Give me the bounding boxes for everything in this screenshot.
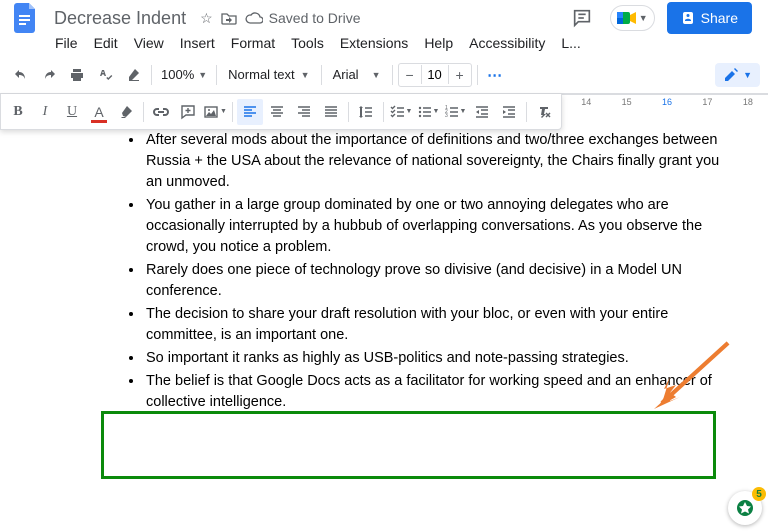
svg-text:3: 3 xyxy=(445,113,448,119)
annotation-box xyxy=(101,411,716,479)
add-comment-icon[interactable] xyxy=(175,99,201,125)
move-icon[interactable] xyxy=(221,11,237,25)
align-right-icon[interactable] xyxy=(291,99,317,125)
docs-logo-icon[interactable] xyxy=(8,0,44,36)
document-body[interactable]: After several mods about the importance … xyxy=(88,130,724,415)
editing-mode-button[interactable]: ▼ xyxy=(715,63,760,87)
chevron-down-icon: ▼ xyxy=(639,13,648,23)
menu-edit[interactable]: Edit xyxy=(87,31,125,55)
list-item[interactable]: After several mods about the importance … xyxy=(144,130,724,193)
star-icon[interactable]: ☆ xyxy=(200,10,213,27)
doc-title[interactable]: Decrease Indent xyxy=(48,6,192,31)
menu-more[interactable]: L... xyxy=(554,31,587,55)
style-select[interactable]: Normal text▼ xyxy=(222,65,315,84)
menu-accessibility[interactable]: Accessibility xyxy=(462,31,552,55)
checklist-icon[interactable]: ▼ xyxy=(388,99,414,125)
increase-indent-icon[interactable] xyxy=(496,99,522,125)
zoom-select[interactable]: 100%▼ xyxy=(157,65,211,84)
font-size-increase[interactable]: + xyxy=(449,64,471,86)
explore-count: 5 xyxy=(752,487,766,501)
clear-formatting-icon[interactable] xyxy=(531,99,557,125)
align-justify-icon[interactable] xyxy=(318,99,344,125)
list-item[interactable]: So important it ranks as highly as USB-p… xyxy=(144,348,724,369)
format-toolbar: B I U A ▼ ▼ ▼ 123▼ xyxy=(0,94,562,130)
decrease-indent-icon[interactable] xyxy=(469,99,495,125)
menu-help[interactable]: Help xyxy=(417,31,460,55)
insert-image-icon[interactable]: ▼ xyxy=(202,99,228,125)
paint-format-icon[interactable] xyxy=(120,62,146,88)
numbered-list-icon[interactable]: 123▼ xyxy=(442,99,468,125)
menu-file[interactable]: File xyxy=(48,31,85,55)
main-toolbar: 100%▼ Normal text▼ Arial▼ − 10 + ⋯ ▼ xyxy=(0,56,768,94)
menu-format[interactable]: Format xyxy=(224,31,282,55)
underline-icon[interactable]: U xyxy=(59,99,85,125)
explore-button[interactable]: 5 xyxy=(728,491,762,525)
print-icon[interactable] xyxy=(64,62,90,88)
comment-history-icon[interactable] xyxy=(566,2,598,34)
menu-extensions[interactable]: Extensions xyxy=(333,31,415,55)
text-color-icon[interactable]: A xyxy=(86,99,112,125)
insert-link-icon[interactable] xyxy=(148,99,174,125)
more-toolbar-icon[interactable]: ⋯ xyxy=(483,62,509,88)
line-spacing-icon[interactable] xyxy=(353,99,379,125)
list-item[interactable]: The belief is that Google Docs acts as a… xyxy=(144,371,724,413)
share-button[interactable]: Share xyxy=(667,2,752,34)
list-item[interactable]: The decision to share your draft resolut… xyxy=(144,304,724,346)
bulleted-list-icon[interactable]: ▼ xyxy=(415,99,441,125)
align-center-icon[interactable] xyxy=(264,99,290,125)
share-label: Share xyxy=(701,10,738,26)
meet-button[interactable]: ▼ xyxy=(610,5,655,31)
menu-tools[interactable]: Tools xyxy=(284,31,331,55)
font-size-decrease[interactable]: − xyxy=(399,64,421,86)
list-item[interactable]: You gather in a large group dominated by… xyxy=(144,195,724,258)
menu-insert[interactable]: Insert xyxy=(173,31,222,55)
align-left-icon[interactable] xyxy=(237,99,263,125)
highlight-color-icon[interactable] xyxy=(113,99,139,125)
bold-icon[interactable]: B xyxy=(5,99,31,125)
cloud-saved-icon[interactable]: Saved to Drive xyxy=(245,10,361,26)
list-item[interactable]: Rarely does one piece of technology prov… xyxy=(144,260,724,302)
menu-view[interactable]: View xyxy=(127,31,171,55)
undo-icon[interactable] xyxy=(8,62,34,88)
font-size-value[interactable]: 10 xyxy=(421,65,449,84)
font-select[interactable]: Arial▼ xyxy=(327,65,387,84)
spellcheck-icon[interactable] xyxy=(92,62,118,88)
italic-icon[interactable]: I xyxy=(32,99,58,125)
redo-icon[interactable] xyxy=(36,62,62,88)
font-size-control: − 10 + xyxy=(398,63,472,87)
